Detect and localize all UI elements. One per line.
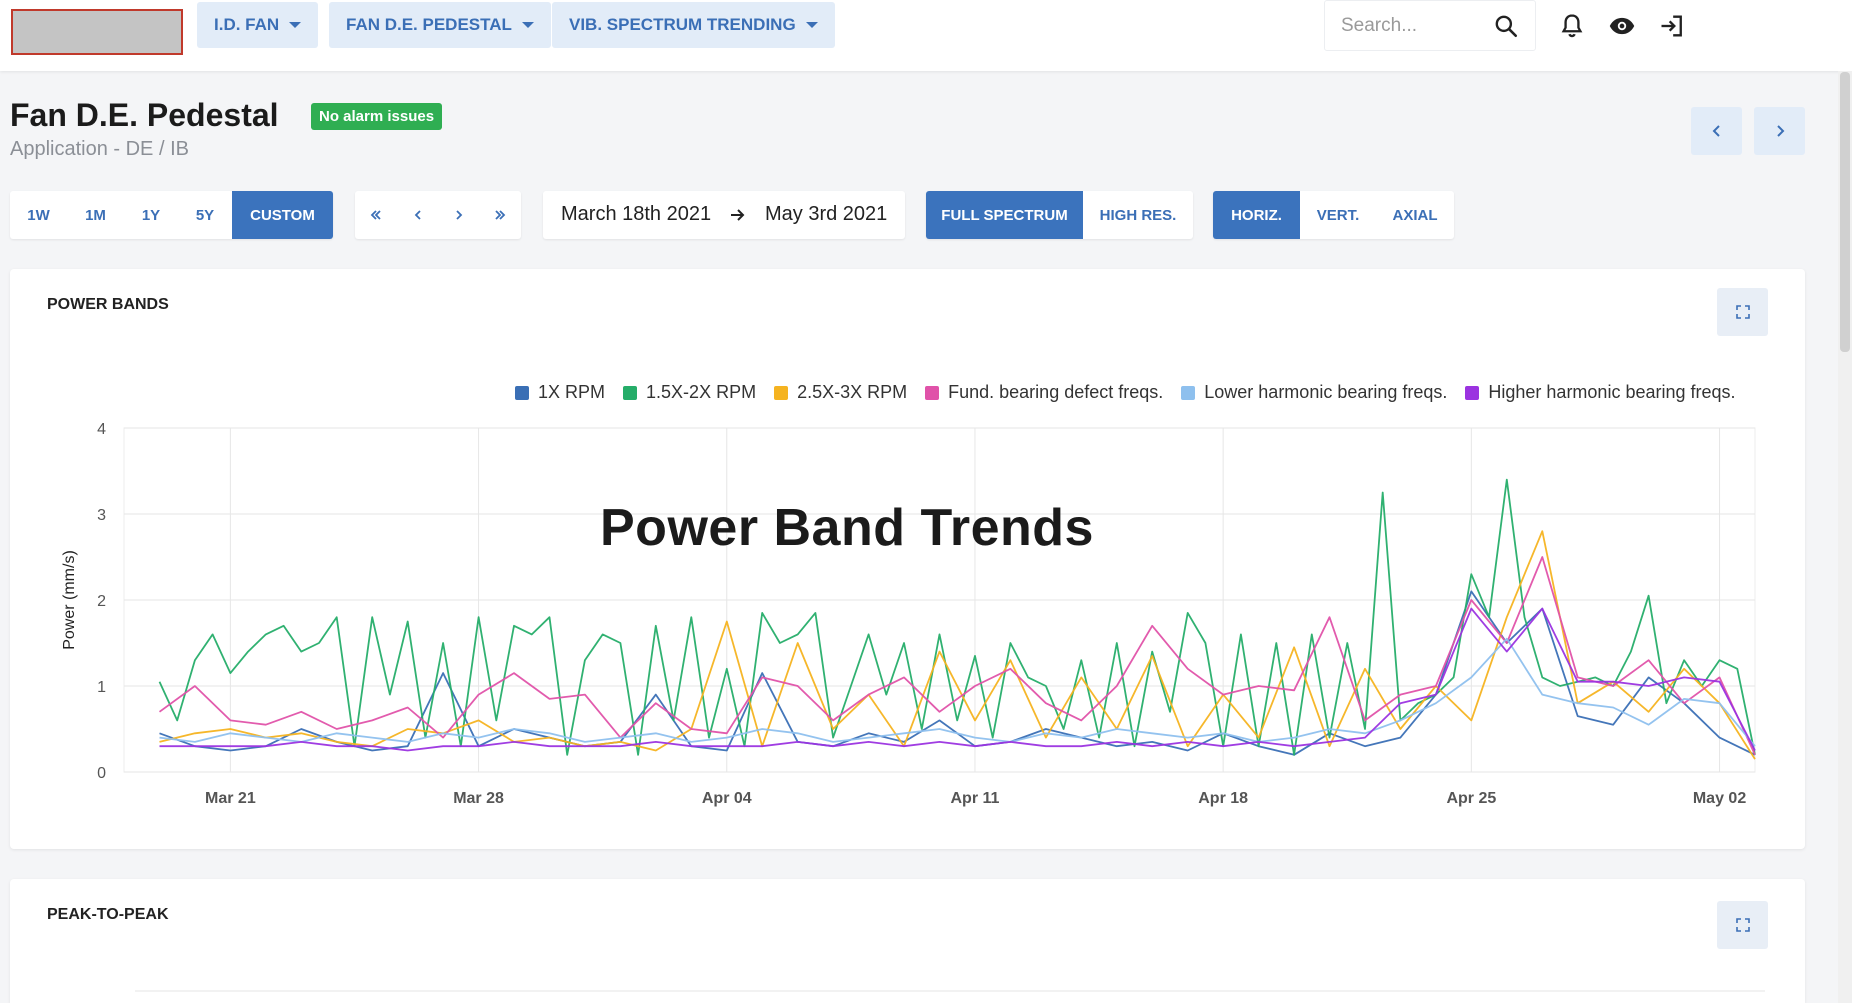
y-tick-label: 0 xyxy=(97,765,106,782)
x-tick-label: May 02 xyxy=(1693,790,1746,807)
series-line-5 xyxy=(159,607,1756,752)
x-tick-label: Apr 11 xyxy=(950,790,999,807)
peak-to-peak-card: PEAK-TO-PEAK xyxy=(10,879,1805,1003)
y-tick-label: 1 xyxy=(97,679,106,696)
x-tick-label: Mar 28 xyxy=(453,790,504,807)
chart-overlay-title: Power Band Trends xyxy=(600,499,1094,557)
peak-to-peak-title: PEAK-TO-PEAK xyxy=(47,906,169,923)
page-scrollbar-thumb[interactable] xyxy=(1840,72,1850,352)
y-axis-label: Power (mm/s) xyxy=(61,550,78,650)
x-tick-label: Mar 21 xyxy=(205,790,256,807)
chart-axes: 0 1 2 3 4 Mar 21 Mar 28 Apr 04 Apr 11 Apr 18 Apr 2… xyxy=(61,421,1746,807)
expand-chart-button[interactable] xyxy=(1717,901,1768,949)
series-line-2 xyxy=(159,530,1756,760)
expand-icon xyxy=(1735,918,1750,932)
y-tick-label: 3 xyxy=(97,507,106,524)
x-tick-label: Apr 25 xyxy=(1446,790,1496,807)
peak-to-peak-chart-top xyxy=(135,990,1765,992)
y-tick-label: 2 xyxy=(97,593,106,610)
y-tick-label: 4 xyxy=(97,421,106,438)
series-line-0 xyxy=(159,590,1756,756)
x-tick-label: Apr 04 xyxy=(702,790,752,807)
x-tick-label: Apr 18 xyxy=(1198,790,1248,807)
